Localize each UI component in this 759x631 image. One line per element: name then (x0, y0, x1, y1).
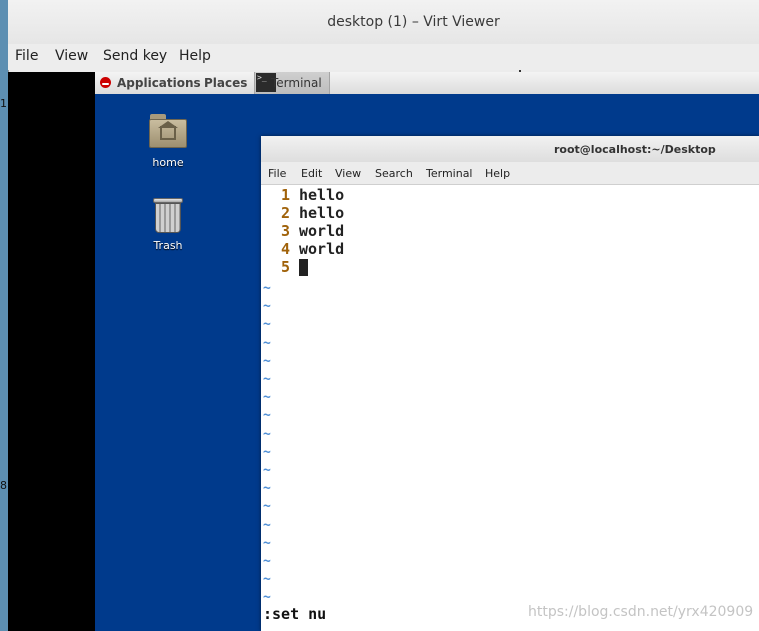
tilde-line: ~ (263, 572, 271, 588)
watermark: https://blog.csdn.net/yrx420909 (528, 604, 754, 620)
line-number: 1 (280, 186, 290, 204)
tilde-line: ~ (263, 517, 271, 533)
redhat-logo-icon (100, 77, 111, 88)
tilde-line: ~ (263, 499, 271, 515)
menu-help[interactable]: Help (179, 48, 211, 64)
terminal-menu-edit[interactable]: Edit (301, 167, 322, 180)
window-title: desktop (1) – Virt Viewer (327, 14, 500, 30)
terminal-menu-terminal[interactable]: Terminal (426, 167, 473, 180)
trash-icon-body[interactable] (155, 203, 181, 233)
menu-view[interactable]: View (55, 48, 88, 64)
tilde-line: ~ (263, 554, 271, 569)
tilde-line: ~ (263, 390, 271, 406)
line-number: 2 (280, 204, 290, 222)
desktop-icon-trash-label[interactable]: Trash (133, 239, 203, 252)
code-line[interactable]: hello (299, 204, 344, 222)
menu-send-key[interactable]: Send key (103, 48, 167, 64)
menu-file[interactable]: File (15, 48, 38, 64)
desktop-icon-home-label[interactable]: home (133, 156, 203, 169)
tilde-line: ~ (263, 372, 271, 387)
terminal-menu-search[interactable]: Search (375, 167, 413, 180)
applications-menu[interactable]: Applications (117, 76, 201, 90)
line-number: 3 (280, 222, 290, 240)
tilde-line: ~ (263, 590, 271, 606)
code-line[interactable]: world (299, 222, 344, 240)
tilde-line: ~ (263, 408, 271, 424)
host-edge-mark-2: 8 (0, 479, 7, 492)
terminal-menu-help[interactable]: Help (485, 167, 510, 180)
house-icon (160, 126, 176, 140)
vim-command-line[interactable]: :set nu (263, 605, 326, 623)
host-edge-mark-1: 1 (0, 97, 7, 110)
terminal-menu-view[interactable]: View (335, 167, 361, 180)
line-number: 5 (280, 258, 290, 276)
code-line[interactable]: hello (299, 186, 344, 204)
taskbar-terminal-label: Terminal (271, 76, 322, 90)
tilde-line: ~ (263, 463, 271, 478)
line-number: 4 (280, 240, 290, 258)
tilde-line: ~ (263, 426, 271, 442)
tilde-line: ~ (263, 317, 271, 333)
tilde-line: ~ (263, 481, 271, 497)
tilde-line: ~ (263, 335, 271, 351)
text-cursor (299, 259, 308, 276)
tilde-line: ~ (263, 535, 271, 551)
tilde-line: ~ (263, 281, 271, 296)
places-menu[interactable]: Places (204, 76, 247, 90)
terminal-title: root@localhost:~/Desktop (554, 143, 716, 156)
code-line[interactable]: world (299, 240, 344, 258)
tilde-line: ~ (263, 444, 271, 460)
tilde-line: ~ (263, 299, 271, 315)
terminal-menu-file[interactable]: File (268, 167, 286, 180)
tilde-line: ~ (263, 353, 271, 369)
host-desktop-edge (0, 0, 8, 631)
